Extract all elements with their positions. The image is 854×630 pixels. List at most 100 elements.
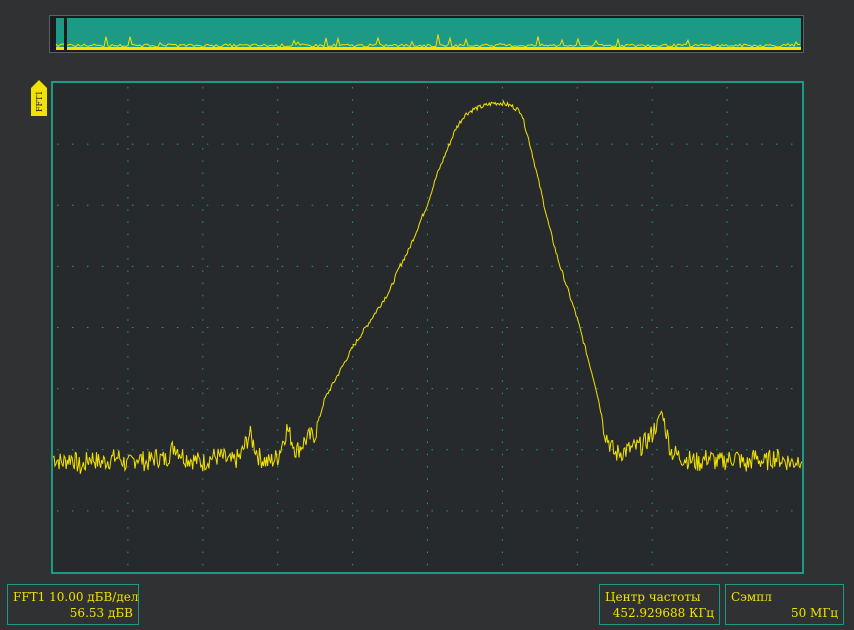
graticule-dot	[371, 388, 374, 390]
channel-marker[interactable]: FFT1	[31, 80, 47, 116]
graticule-dot	[281, 388, 284, 390]
graticule-dot	[202, 368, 204, 370]
graticule-dot	[371, 265, 374, 267]
graticule-dot	[236, 204, 239, 206]
graticule-dot	[277, 404, 279, 407]
graticule-dot	[202, 331, 204, 333]
graticule-dot	[501, 514, 503, 517]
graticule-dot	[101, 449, 104, 451]
graticule-dot	[401, 449, 404, 451]
graticule-dot	[202, 355, 204, 358]
graticule-dot	[127, 465, 129, 468]
graticule-dot	[191, 327, 194, 328]
graticule-dot	[726, 453, 728, 456]
graticule-dot	[776, 143, 778, 145]
graticule-dot	[176, 327, 179, 328]
graticule-dot	[731, 204, 733, 206]
graticule-dot	[431, 265, 433, 267]
graticule-dot	[116, 388, 119, 390]
graticule-dot	[127, 294, 129, 297]
graticule-dot	[191, 204, 194, 206]
graticule-dot	[161, 449, 164, 451]
graticule-dot	[352, 160, 354, 162]
graticule-dot	[352, 404, 354, 407]
graticule-dot	[726, 111, 728, 113]
center-frequency-panel[interactable]: Центр частоты 452.929688 КГц	[599, 584, 720, 625]
graticule-dot	[146, 449, 149, 451]
graticule-dot	[461, 143, 463, 145]
graticule-dot	[202, 258, 204, 260]
graticule-dot	[791, 327, 793, 328]
graticule-dot	[341, 204, 344, 206]
graticule-dot	[746, 204, 748, 206]
graticule-dot	[277, 294, 279, 297]
graticule-dot	[726, 392, 728, 395]
graticule-dot	[427, 270, 428, 272]
graticule-dot	[352, 380, 354, 382]
graticule-dot	[501, 404, 503, 407]
graticule-dot	[576, 514, 578, 517]
graticule-dot	[501, 245, 503, 248]
sample-rate-panel[interactable]: Сэмпл 50 МГц	[725, 584, 844, 625]
overview-window-marker	[64, 18, 67, 50]
graticule-dot	[131, 449, 134, 451]
graticule-dot	[726, 563, 728, 566]
overview-waveform[interactable]	[49, 15, 804, 53]
graticule-dot	[86, 388, 89, 390]
graticule-dot	[427, 355, 428, 358]
graticule-dot	[326, 449, 329, 451]
graticule-dot	[57, 449, 59, 451]
graticule-dot	[501, 527, 503, 529]
graticule-dot	[716, 449, 718, 451]
graticule-dot	[576, 527, 578, 529]
graticule-dot	[356, 449, 359, 451]
graticule-dot	[611, 449, 613, 451]
graticule-dot	[626, 143, 628, 145]
graticule-dot	[776, 265, 778, 267]
graticule-dot	[656, 510, 658, 512]
graticule-dot	[576, 197, 578, 199]
graticule-dot	[277, 99, 279, 101]
graticule-dot	[131, 143, 134, 145]
overview-trace	[55, 18, 801, 50]
graticule-dot	[266, 327, 269, 328]
graticule-dot	[641, 327, 643, 328]
graticule-dot	[576, 429, 578, 431]
graticule-dot	[551, 265, 553, 267]
graticule-dot	[576, 392, 578, 395]
graticule-dot	[176, 265, 179, 267]
graticule-dot	[202, 490, 204, 492]
graticule-dot	[127, 99, 129, 101]
graticule-dot	[761, 143, 763, 145]
graticule-dot	[427, 331, 428, 333]
graticule-dot	[202, 380, 204, 382]
graticule-dot	[761, 449, 763, 451]
graticule-dot	[352, 221, 354, 223]
graticule-dot	[127, 392, 129, 395]
graticule-dot	[352, 441, 354, 444]
graticule-dot	[57, 510, 59, 512]
graticule-dot	[651, 294, 653, 297]
graticule-dot	[296, 327, 299, 328]
fft-plot	[53, 87, 802, 566]
graticule-dot	[326, 143, 329, 145]
graticule-dot	[386, 327, 389, 328]
graticule-dot	[202, 441, 204, 444]
graticule-dot	[371, 327, 374, 328]
fft-scale-panel[interactable]: FFT1 10.00 дБВ/дел 56.53 дБВ	[7, 584, 139, 625]
graticule-dot	[576, 465, 578, 468]
graticule-dot	[521, 143, 523, 145]
scope-display[interactable]	[51, 81, 804, 574]
graticule-dot	[352, 478, 354, 480]
graticule-dot	[206, 327, 209, 328]
graticule-dot	[476, 449, 478, 451]
graticule-dot	[71, 510, 74, 512]
graticule-dot	[446, 143, 448, 145]
graticule-dot	[551, 449, 553, 451]
graticule-dot	[726, 502, 728, 505]
graticule-dot	[277, 355, 279, 358]
graticule-dot	[651, 148, 653, 150]
graticule-dot	[127, 331, 129, 333]
graticule-dot	[146, 204, 149, 206]
graticule-dot	[277, 270, 279, 272]
